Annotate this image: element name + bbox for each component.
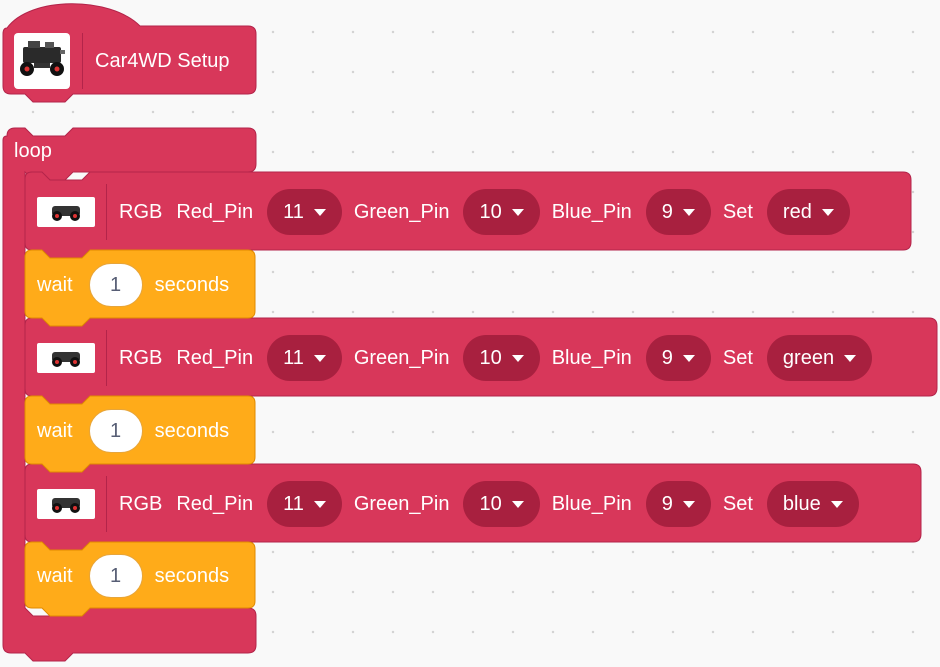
chevron-down-icon: [821, 208, 834, 216]
workspace[interactable]: Car4WD Setup loop RGB Red_Pin 11 Green_P…: [0, 0, 940, 667]
chevron-down-icon: [511, 208, 524, 216]
loop-label: loop: [14, 140, 52, 162]
green-pin-value: 10: [479, 200, 502, 223]
chevron-down-icon: [313, 208, 326, 216]
car-icon: [37, 197, 95, 227]
green-pin-value: 10: [479, 492, 502, 515]
set-label: Set: [722, 200, 753, 223]
chevron-down-icon: [511, 500, 524, 508]
color-dropdown[interactable]: blue: [766, 481, 859, 527]
red-pin-label: Red_Pin: [176, 346, 254, 369]
car-icon: [37, 343, 95, 373]
rgb-label: RGB: [119, 492, 163, 515]
red-pin-value: 11: [283, 346, 304, 369]
green-pin-label: Green_Pin: [353, 200, 450, 223]
blue-pin-label: Blue_Pin: [551, 492, 632, 515]
chevron-down-icon: [682, 354, 695, 362]
wait-label: wait: [37, 419, 73, 442]
rgb-label: RGB: [119, 346, 163, 369]
green-pin-value: 10: [479, 346, 502, 369]
set-label: Set: [722, 346, 753, 369]
red-pin-dropdown[interactable]: 11: [267, 335, 342, 381]
blue-pin-label: Blue_Pin: [551, 200, 632, 223]
setup-label: Car4WD Setup: [95, 49, 230, 72]
wait-block-1[interactable]: wait 1 seconds: [37, 257, 229, 313]
chevron-down-icon: [313, 354, 326, 362]
chevron-down-icon: [830, 500, 843, 508]
blue-pin-dropdown[interactable]: 9: [645, 335, 711, 381]
set-label: Set: [722, 492, 753, 515]
color-value: green: [782, 346, 835, 369]
wait-seconds-input[interactable]: 1: [88, 554, 143, 598]
setup-separator: [82, 33, 83, 89]
blue-pin-value: 9: [661, 200, 673, 223]
chevron-down-icon: [511, 354, 524, 362]
chevron-down-icon: [313, 500, 326, 508]
green-pin-label: Green_Pin: [353, 492, 450, 515]
rgb-block-1[interactable]: RGB Red_Pin 11 Green_Pin 10 Blue_Pin 9 S…: [37, 184, 862, 240]
color-dropdown[interactable]: green: [766, 335, 873, 381]
color-value: red: [782, 200, 812, 223]
blue-pin-value: 9: [661, 346, 673, 369]
green-pin-dropdown[interactable]: 10: [463, 335, 540, 381]
wait-label: wait: [37, 273, 73, 296]
red-pin-dropdown[interactable]: 11: [267, 481, 342, 527]
seconds-label: seconds: [154, 419, 230, 442]
seconds-label: seconds: [154, 273, 230, 296]
color-dropdown[interactable]: red: [766, 189, 850, 235]
chevron-down-icon: [844, 354, 857, 362]
wait-seconds-input[interactable]: 1: [88, 409, 143, 453]
chevron-down-icon: [682, 500, 695, 508]
wait-label: wait: [37, 564, 73, 587]
green-pin-label: Green_Pin: [353, 346, 450, 369]
blue-pin-value: 9: [661, 492, 673, 515]
blue-pin-dropdown[interactable]: 9: [645, 481, 711, 527]
wait-seconds-input[interactable]: 1: [88, 263, 143, 307]
rgb-label: RGB: [119, 200, 163, 223]
car-icon: [37, 489, 95, 519]
rgb-separator: [106, 476, 107, 532]
rgb-separator: [106, 184, 107, 240]
setup-block[interactable]: Car4WD Setup: [14, 32, 230, 90]
green-pin-dropdown[interactable]: 10: [463, 189, 540, 235]
red-pin-value: 11: [283, 200, 304, 223]
red-pin-label: Red_Pin: [176, 200, 254, 223]
red-pin-dropdown[interactable]: 11: [267, 189, 342, 235]
wait-block-2[interactable]: wait 1 seconds: [37, 403, 229, 459]
blue-pin-label: Blue_Pin: [551, 346, 632, 369]
rgb-separator: [106, 330, 107, 386]
wait-block-3[interactable]: wait 1 seconds: [37, 548, 229, 604]
red-pin-label: Red_Pin: [176, 492, 254, 515]
rgb-block-3[interactable]: RGB Red_Pin 11 Green_Pin 10 Blue_Pin 9 S…: [37, 476, 871, 532]
color-value: blue: [782, 492, 821, 515]
blue-pin-dropdown[interactable]: 9: [645, 189, 711, 235]
seconds-label: seconds: [154, 564, 230, 587]
rgb-block-2[interactable]: RGB Red_Pin 11 Green_Pin 10 Blue_Pin 9 S…: [37, 330, 884, 386]
chevron-down-icon: [682, 208, 695, 216]
robot-car-photo-icon: [14, 33, 70, 89]
red-pin-value: 11: [283, 492, 304, 515]
green-pin-dropdown[interactable]: 10: [463, 481, 540, 527]
